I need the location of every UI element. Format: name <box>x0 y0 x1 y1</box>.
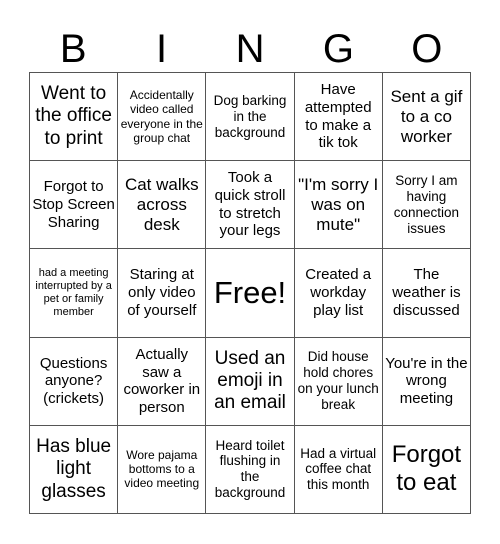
bingo-cell[interactable]: Questions anyone? (crickets) <box>30 337 119 426</box>
bingo-cell[interactable]: Sorry I am having connection issues <box>382 161 471 250</box>
bingo-cell[interactable]: The weather is discussed <box>382 249 471 338</box>
header-letter-n: N <box>235 27 265 71</box>
bingo-cell[interactable]: Heard toilet flushing in the background <box>206 425 295 514</box>
bingo-cell[interactable]: Staring at only video of yourself <box>118 249 207 338</box>
bingo-cell[interactable]: Have attempted to make a tik tok <box>294 73 383 162</box>
header-letter-o: O <box>411 27 443 71</box>
bingo-card-grid: Went to the office to print Accidentally… <box>29 72 471 514</box>
bingo-cell[interactable]: Sent a gif to a co worker <box>382 73 471 162</box>
header-letter-i: I <box>156 27 168 71</box>
bingo-cell[interactable]: Cat walks across desk <box>118 161 207 250</box>
bingo-cell[interactable]: Did house hold chores on your lunch brea… <box>294 337 383 426</box>
bingo-cell[interactable]: Took a quick stroll to stretch your legs <box>206 161 295 250</box>
bingo-cell[interactable]: Has blue light glasses <box>30 425 119 514</box>
bingo-cell[interactable]: Actually saw a coworker in person <box>118 337 207 426</box>
bingo-cell[interactable]: Went to the office to print <box>30 73 119 162</box>
header-letter-b: B <box>59 27 87 71</box>
bingo-cell[interactable]: Used an emoji in an email <box>206 337 295 426</box>
bingo-cell[interactable]: had a meeting interrupted by a pet or fa… <box>30 249 119 338</box>
bingo-cell[interactable]: Accidentally video called everyone in th… <box>118 73 207 162</box>
bingo-cell[interactable]: Forgot to eat <box>382 425 471 514</box>
bingo-cell[interactable]: Wore pajama bottoms to a video meeting <box>118 425 207 514</box>
bingo-cell[interactable]: Had a virtual coffee chat this month <box>294 425 383 514</box>
bingo-cell[interactable]: Dog barking in the background <box>206 73 295 162</box>
bingo-cell[interactable]: You're in the wrong meeting <box>382 337 471 426</box>
bingo-cell[interactable]: "I'm sorry I was on mute" <box>294 161 383 250</box>
bingo-cell-free-space[interactable]: Free! <box>206 249 295 338</box>
bingo-cell[interactable]: Created a workday play list <box>294 249 383 338</box>
bingo-header: B I N G O <box>29 26 471 72</box>
header-letter-g: G <box>322 27 354 71</box>
bingo-cell[interactable]: Forgot to Stop Screen Sharing <box>30 161 119 250</box>
